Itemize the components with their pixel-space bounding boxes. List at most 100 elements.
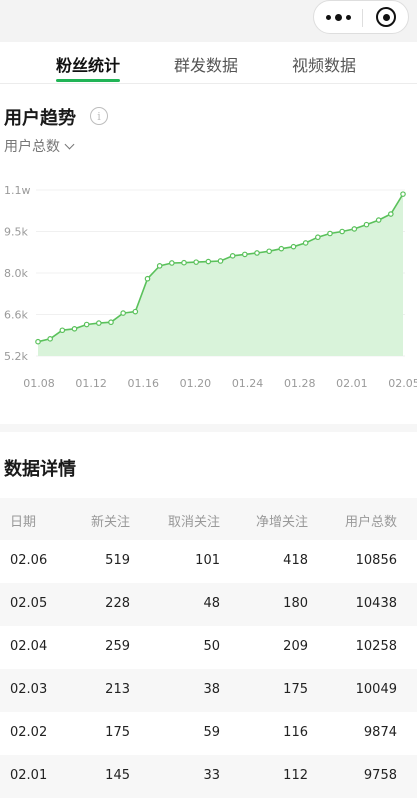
data-point (229, 253, 236, 259)
data-point (254, 250, 260, 256)
data-point (156, 263, 163, 269)
cell-new-follows: 519 (105, 553, 130, 568)
data-point (193, 259, 199, 265)
y-tick-label: 1.1w (4, 184, 31, 197)
metric-label: 用户总数 (4, 139, 60, 155)
cell-unfollows: 48 (203, 596, 220, 611)
column-header-unfollows: 取消关注 (167, 515, 220, 530)
x-tick-label: 01.24 (232, 377, 264, 390)
chart-y-ticks: 1.1w 9.5k 8.0k 6.6k 5.2k (4, 184, 31, 363)
cell-new-follows: 175 (105, 725, 130, 740)
cell-net-gain: 209 (283, 639, 308, 654)
data-point (327, 230, 333, 237)
y-tick-label: 9.5k (4, 226, 28, 239)
column-header-date: 日期 (10, 515, 37, 530)
cell-date: 02.01 (10, 768, 48, 783)
column-header-total-users: 用户总数 (344, 515, 397, 530)
cell-total-users: 10258 (355, 639, 397, 654)
chart-x-ticks: 01.08 01.12 01.16 01.20 01.24 01.28 02.01 02.05 (23, 377, 417, 390)
cell-net-gain: 112 (283, 768, 308, 783)
cell-new-follows: 259 (105, 639, 130, 654)
x-tick-label: 02.05 (388, 377, 417, 390)
chart-area-fill (38, 194, 403, 356)
tab-fans-stats[interactable]: 粉丝统计 (56, 52, 120, 76)
data-point (375, 217, 382, 223)
cell-unfollows: 38 (203, 682, 220, 697)
y-tick-label: 6.6k (4, 309, 28, 322)
table-header: 日期 新关注 取消关注 净增关注 用户总数 (0, 498, 417, 540)
data-point (205, 258, 212, 265)
more-icon[interactable] (314, 1, 362, 33)
cell-unfollows: 50 (203, 639, 220, 654)
cell-date: 02.03 (10, 682, 48, 697)
cell-new-follows: 213 (105, 682, 130, 697)
cell-date: 02.06 (10, 553, 48, 568)
table-row: 02.01 145 33 112 9758 (0, 755, 417, 798)
table-row: 02.02 175 59 116 9874 (0, 712, 417, 755)
data-point (339, 228, 345, 235)
tab-mass-send-data[interactable]: 群发数据 (174, 52, 238, 76)
y-tick-label: 8.0k (4, 267, 28, 280)
metric-dropdown[interactable]: 用户总数 (4, 136, 75, 156)
cell-date: 02.05 (10, 596, 48, 611)
cell-net-gain: 175 (283, 682, 308, 697)
data-point (290, 243, 297, 250)
data-point (71, 326, 78, 332)
table-row: 02.05 228 48 180 10438 (0, 583, 417, 626)
data-point (83, 321, 90, 328)
table-row: 02.04 259 50 209 10258 (0, 626, 417, 669)
close-icon[interactable] (363, 1, 409, 33)
data-point (278, 245, 285, 252)
cell-net-gain: 418 (283, 553, 308, 568)
data-point (363, 221, 370, 228)
capsule-menu (313, 0, 409, 34)
data-point (47, 336, 53, 342)
cell-new-follows: 228 (105, 596, 130, 611)
column-header-net-gain: 净增关注 (255, 515, 308, 530)
x-tick-label: 01.12 (75, 377, 107, 390)
cell-total-users: 10049 (355, 682, 397, 697)
tab-video-data[interactable]: 视频数据 (292, 52, 356, 76)
data-point (242, 251, 248, 258)
data-point (120, 310, 126, 316)
column-header-new-follows: 新关注 (90, 515, 130, 530)
x-tick-label: 01.16 (128, 377, 160, 390)
chevron-down-icon (64, 139, 75, 149)
cell-net-gain: 116 (283, 725, 308, 740)
cell-unfollows: 33 (203, 768, 220, 783)
data-point (35, 338, 41, 345)
cell-unfollows: 59 (203, 725, 220, 740)
data-point (400, 191, 406, 197)
cell-total-users: 9874 (363, 725, 397, 740)
data-point (132, 308, 139, 315)
data-point (217, 258, 224, 264)
data-point (388, 211, 394, 217)
x-tick-label: 01.08 (23, 377, 55, 390)
info-icon[interactable]: i (90, 107, 108, 125)
cell-total-users: 10856 (355, 553, 397, 568)
user-trend-chart: 1.1w 9.5k 8.0k 6.6k 5.2k 01.08 01.12 01.16 01.2… (4, 184, 417, 390)
trend-title: 用户趋势 (4, 108, 76, 129)
data-point (59, 327, 66, 334)
cell-date: 02.04 (10, 639, 48, 654)
top-bar (0, 0, 417, 42)
x-tick-label: 01.20 (180, 377, 212, 390)
section-divider (0, 424, 417, 432)
cell-total-users: 9758 (363, 768, 397, 783)
data-point (96, 320, 102, 326)
table-row: 02.03 213 38 175 10049 (0, 669, 417, 712)
data-point (144, 275, 151, 282)
cell-net-gain: 180 (283, 596, 308, 611)
cell-unfollows: 101 (195, 553, 220, 568)
cell-new-follows: 145 (105, 768, 130, 783)
tab-bar: 粉丝统计 群发数据 视频数据 (0, 42, 417, 84)
table-row: 02.06 519 101 418 10856 (0, 540, 417, 583)
y-tick-label: 5.2k (4, 350, 28, 363)
details-title: 数据详情 (4, 459, 76, 480)
data-point (266, 248, 272, 255)
cell-total-users: 10438 (355, 596, 397, 611)
cell-date: 02.02 (10, 725, 48, 740)
x-tick-label: 02.01 (336, 377, 368, 390)
x-tick-label: 01.28 (284, 377, 316, 390)
data-point (302, 240, 309, 246)
